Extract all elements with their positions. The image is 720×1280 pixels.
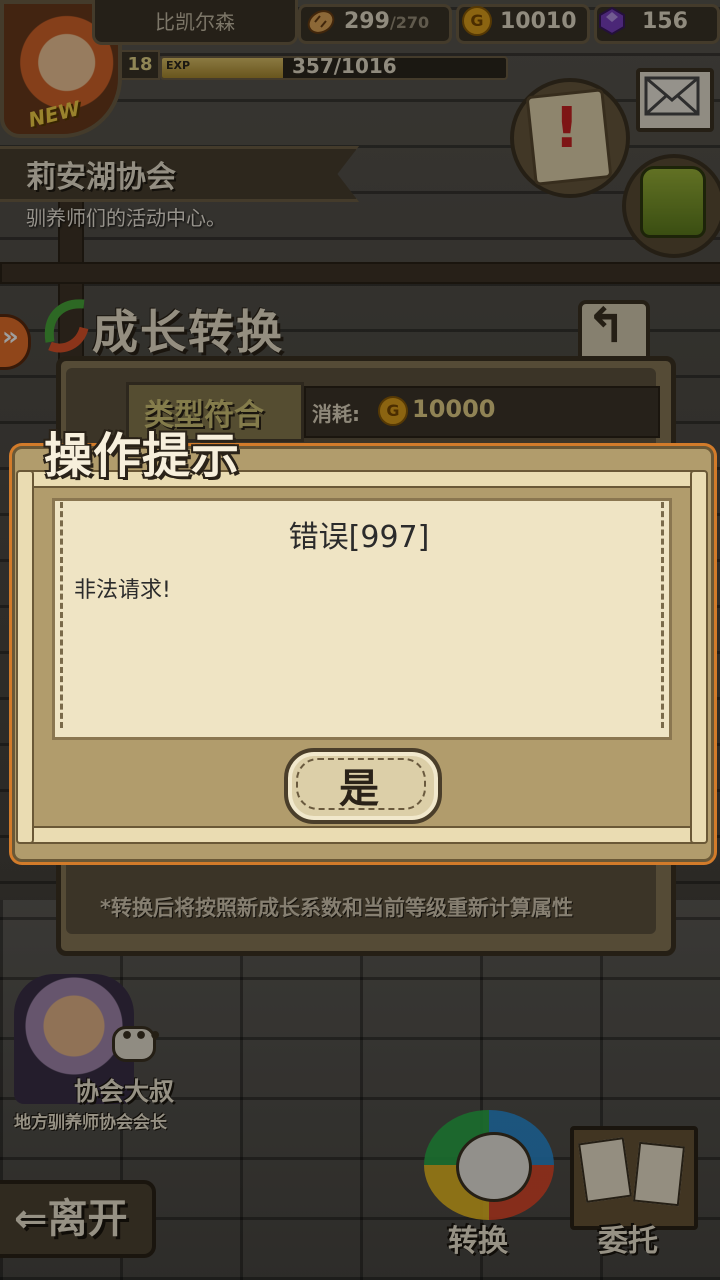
confirm-button-label[interactable]: 是 bbox=[284, 756, 434, 814]
dialog-title: 操作提示 bbox=[44, 428, 241, 484]
dialog-heading: 错误[997] bbox=[288, 520, 430, 555]
dialog-message: 非法请求! bbox=[74, 578, 171, 603]
dialog-frame-rail bbox=[16, 470, 34, 844]
dialog-frame-rail bbox=[24, 826, 700, 844]
dialog-frame-rail bbox=[690, 470, 708, 844]
